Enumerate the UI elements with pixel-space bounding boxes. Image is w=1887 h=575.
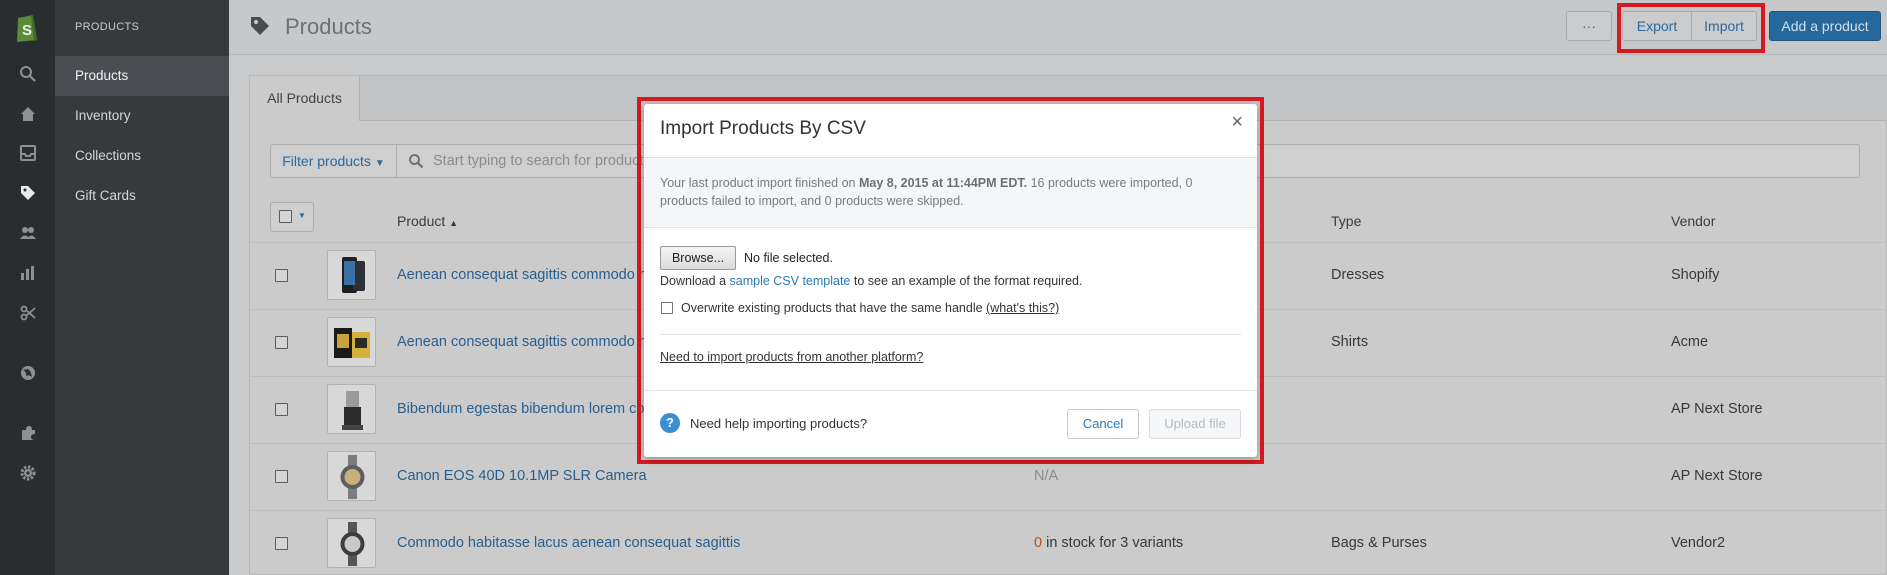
divider: [660, 334, 1241, 335]
inventory-text: in stock for 3 variants: [1042, 535, 1184, 551]
tab-all-products[interactable]: All Products: [250, 76, 360, 121]
column-header-product-label: Product: [397, 213, 446, 229]
tag-icon: [251, 17, 269, 35]
row-checkbox[interactable]: [275, 537, 288, 550]
svg-text:S: S: [22, 22, 32, 39]
nav-item-inventory[interactable]: Inventory: [55, 96, 229, 136]
nav-item-products[interactable]: Products: [55, 56, 229, 96]
modal-footer: ? Need help importing products? Cancel U…: [644, 390, 1257, 457]
row-checkbox[interactable]: [275, 470, 288, 483]
last-import-prefix: Your last product import finished on: [660, 176, 859, 190]
filter-products-label: Filter products: [282, 153, 371, 169]
sort-ascending-icon: ▲: [449, 218, 459, 228]
product-inventory: 0 in stock for 3 variants: [1034, 535, 1183, 551]
product-name-link[interactable]: Canon EOS 40D 10.1MP SLR Camera: [397, 468, 647, 484]
shopify-logo-icon[interactable]: S: [13, 12, 41, 44]
nav-item-collections[interactable]: Collections: [55, 136, 229, 176]
row-checkbox[interactable]: [275, 336, 288, 349]
product-search-input[interactable]: Start typing to search for products: [433, 153, 651, 169]
product-vendor: AP Next Store: [1671, 401, 1763, 417]
page-title: Products: [285, 14, 372, 39]
product-name-link[interactable]: Commodo habitasse lacus aenean consequat…: [397, 535, 740, 551]
product-vendor: Acme: [1671, 334, 1709, 350]
products-tag-icon[interactable]: [17, 182, 39, 204]
online-store-icon[interactable]: [17, 362, 39, 384]
table-row[interactable]: Commodo habitasse lacus aenean consequat…: [250, 510, 1887, 575]
product-vendor: Shopify: [1671, 267, 1720, 283]
product-vendor: Vendor2: [1671, 535, 1726, 551]
download-prefix: Download a: [660, 274, 730, 288]
product-thumbnail: [327, 317, 376, 367]
product-inventory: N/A: [1034, 468, 1059, 484]
apps-icon[interactable]: [17, 422, 39, 444]
home-icon[interactable]: [17, 103, 39, 125]
column-header-vendor[interactable]: Vendor: [1671, 213, 1715, 229]
inventory-count: 0: [1034, 535, 1043, 551]
product-type: Shirts: [1331, 334, 1369, 350]
browse-file-button[interactable]: Browse...: [660, 246, 736, 270]
product-thumbnail: [327, 518, 376, 568]
caret-down-icon: ▼: [374, 158, 385, 169]
other-platform-link[interactable]: Need to import products from another pla…: [660, 350, 923, 364]
whats-this-link[interactable]: (what's this?): [986, 301, 1059, 315]
help-question-icon[interactable]: ?: [660, 413, 680, 433]
product-thumbnail: [327, 384, 376, 434]
last-import-notice: Your last product import finished on May…: [644, 157, 1257, 228]
product-type: Dresses: [1331, 267, 1385, 283]
select-all-checkbox[interactable]: [279, 210, 292, 223]
product-thumbnail: [327, 451, 376, 501]
cancel-button[interactable]: Cancel: [1067, 409, 1139, 439]
last-import-date: May 8, 2015 at 11:44PM EDT.: [858, 176, 1028, 190]
overwrite-text: Overwrite existing products that have th…: [681, 301, 987, 315]
icon-rail: S: [0, 0, 55, 575]
add-product-button[interactable]: Add a product: [1769, 11, 1881, 41]
discounts-icon[interactable]: [17, 302, 39, 324]
settings-icon[interactable]: [17, 462, 39, 484]
product-thumbnail: [327, 250, 376, 300]
selected-file-status: No file selected.: [744, 251, 833, 265]
search-icon: [409, 154, 424, 169]
import-csv-modal: Import Products By CSV × Your last produ…: [644, 104, 1257, 457]
customers-icon[interactable]: [17, 222, 39, 244]
upload-file-button[interactable]: Upload file: [1149, 409, 1241, 439]
search-icon[interactable]: [17, 63, 39, 85]
modal-title: Import Products By CSV: [660, 118, 866, 139]
download-suffix: to see an example of the format required…: [850, 274, 1083, 288]
import-export-highlight: [1617, 3, 1765, 53]
caret-down-icon: ▼: [298, 211, 306, 220]
reports-icon[interactable]: [17, 262, 39, 284]
overwrite-checkbox[interactable]: [661, 302, 673, 314]
nav-item-gift-cards[interactable]: Gift Cards: [55, 176, 229, 216]
filter-products-button[interactable]: Filter products ▼: [271, 145, 397, 177]
help-text: Need help importing products?: [690, 416, 868, 431]
overwrite-label: Overwrite existing products that have th…: [681, 301, 1059, 315]
section-nav: PRODUCTS Products Inventory Collections …: [55, 0, 229, 575]
row-checkbox[interactable]: [275, 269, 288, 282]
orders-icon[interactable]: [17, 142, 39, 164]
download-template-text: Download a sample CSV template to see an…: [660, 274, 1082, 288]
product-vendor: AP Next Store: [1671, 468, 1763, 484]
column-header-type[interactable]: Type: [1331, 213, 1361, 229]
row-checkbox[interactable]: [275, 403, 288, 416]
section-label: PRODUCTS: [75, 21, 140, 33]
column-header-product[interactable]: Product ▲: [397, 213, 458, 229]
product-type: Bags & Purses: [1331, 535, 1427, 551]
more-actions-button[interactable]: ···: [1566, 11, 1612, 41]
close-icon[interactable]: ×: [1231, 112, 1243, 132]
bulk-select-dropdown[interactable]: ▼: [270, 202, 314, 232]
sample-csv-template-link[interactable]: sample CSV template: [730, 274, 851, 288]
